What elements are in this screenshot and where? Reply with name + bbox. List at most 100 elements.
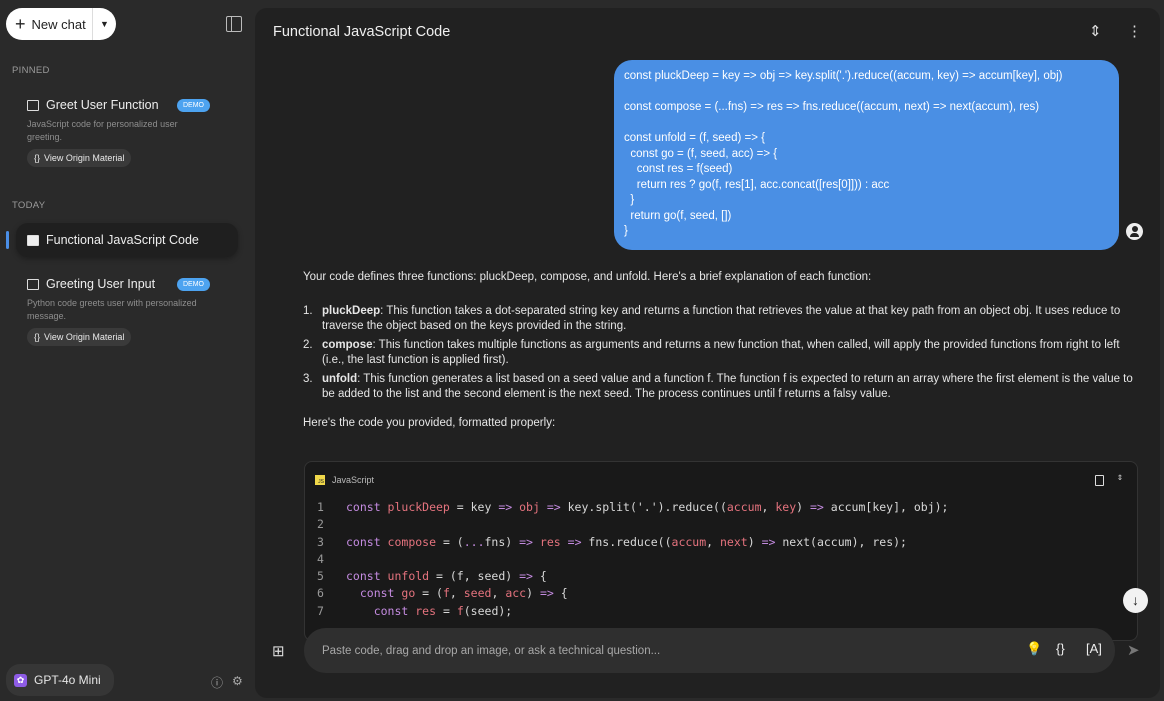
code-token: => (810, 500, 824, 514)
code-token: f (442, 586, 450, 601)
code-token: => (519, 569, 533, 584)
send-icon[interactable]: ➤ (1127, 641, 1140, 659)
code-line: 5 const unfold = (f, seed) => { (317, 568, 948, 585)
view-origin-button[interactable]: {} View Origin Material (27, 149, 132, 167)
code-language: JS JavaScript (315, 475, 374, 485)
add-context-icon[interactable]: ⊞ (272, 642, 285, 660)
list-number: 2. (303, 338, 313, 351)
list-item: 1. pluckDeep: This function takes a dot-s… (303, 304, 1143, 335)
user-message: const pluckDeep = key => obj => key.spli… (614, 60, 1119, 250)
model-selector[interactable]: ✿ GPT-4o Mini (6, 664, 114, 696)
lightbulb-icon[interactable]: 💡 (1026, 641, 1042, 657)
term-text: : This function takes multiple functions… (322, 338, 1120, 367)
code-token: ) (526, 586, 540, 601)
code-token: res (539, 534, 561, 549)
code-token: ) (796, 500, 810, 514)
sidebar-item-functional-javascript-code[interactable]: Functional JavaScript Code (16, 223, 238, 257)
code-token: res (415, 603, 437, 618)
plus-icon: + (15, 14, 26, 34)
chat-icon (27, 234, 39, 246)
code-token: { (553, 586, 568, 601)
code-token: => (519, 534, 533, 549)
code-line: 1 const pluckDeep = key => obj => key.spl… (317, 499, 948, 516)
code-line: 6 const go = (f, seed, acc) => { (317, 585, 948, 602)
new-chat-button[interactable]: + New chat (6, 8, 92, 40)
scroll-down-button[interactable]: ↓ (1123, 588, 1148, 613)
term: unfold (322, 372, 358, 385)
view-origin-button[interactable]: {} View Origin Material (27, 328, 132, 346)
user-avatar-icon (1126, 223, 1143, 240)
sidebar-toggle-icon[interactable] (226, 16, 242, 32)
code-token: ) (747, 534, 762, 549)
copy-icon[interactable] (1095, 475, 1104, 486)
code-token: = ( (415, 586, 443, 601)
code-token: key.split('.').reduce(( (560, 500, 727, 514)
item-description: JavaScript code for personalized user gr… (27, 119, 178, 142)
model-label: GPT-4o Mini (34, 673, 101, 687)
page-title: Functional JavaScript Code (273, 24, 451, 40)
more-options-icon[interactable]: ⋮ (1127, 22, 1142, 40)
sidebar-item-greeting-user-input[interactable]: Greeting User Input DEMO Python code gree… (16, 273, 238, 346)
demo-badge: DEMO (177, 98, 210, 112)
code-token: = (f, seed) (429, 569, 520, 584)
line-number: 2 (317, 517, 324, 532)
code-token: => (567, 534, 582, 549)
demo-badge: DEMO (177, 277, 210, 291)
origin-label: View Origin Material (44, 332, 125, 342)
sidebar-item-greet-user-function[interactable]: Greet User Function DEMO JavaScript code … (16, 94, 238, 167)
code-line: 3 const compose = (...fns) => res => fns.… (317, 534, 948, 551)
code-lines: 1 const pluckDeep = key => obj => key.spl… (317, 499, 948, 620)
answer-outro: Here's the code you provided, formatted … (303, 416, 556, 429)
code-token: accum (726, 500, 762, 514)
code-token: go (401, 586, 416, 601)
today-label: TODAY (12, 200, 46, 211)
code-token: , (449, 586, 464, 601)
answer-intro: Your code defines three functions: pluck… (303, 271, 872, 283)
pinned-label: PINNED (12, 65, 50, 76)
line-number: 1 (317, 500, 324, 514)
code-token: accum[key], obj); (823, 500, 949, 514)
item-title: Greeting User Input (46, 277, 156, 291)
text-scan-icon[interactable]: [A] (1086, 641, 1102, 656)
language-label: JavaScript (332, 475, 375, 485)
code-braces-icon[interactable]: {} (1056, 641, 1065, 656)
origin-label: View Origin Material (44, 153, 125, 163)
code-token: next (720, 534, 748, 549)
code-line: 2 (317, 516, 948, 533)
code-token: => (539, 586, 554, 601)
list-item: 2. compose: This function takes multiple … (303, 338, 1143, 369)
code-token: => (761, 534, 776, 549)
code-token: fns) (484, 534, 520, 549)
chat-input-bar: 💡 {} [A] (304, 628, 1115, 673)
code-token: const (346, 569, 388, 584)
code-token: , (706, 534, 720, 549)
sidebar: + New chat ▼ PINNED Greet User Function DE… (0, 0, 255, 701)
new-chat-dropdown-icon[interactable]: ▼ (92, 8, 116, 40)
code-token: compose (387, 534, 437, 549)
new-chat-label: New chat (31, 16, 86, 32)
line-number: 6 (317, 586, 324, 601)
code-token: key (775, 500, 797, 514)
help-icon[interactable]: ⓘ (211, 674, 223, 691)
term-text: : This function generates a list based o… (322, 372, 1133, 401)
code-token: = ( (436, 534, 464, 549)
collapse-code-icon[interactable]: ⇕ (1117, 472, 1123, 483)
list-number: 3. (303, 372, 313, 385)
new-chat-button-group: + New chat ▼ (6, 8, 116, 40)
javascript-icon: JS (315, 475, 325, 485)
code-block: JS JavaScript ⇕ 1 const pluckDeep = key =>… (304, 461, 1138, 641)
code-token: obj (519, 500, 540, 514)
code-token: const (346, 534, 388, 549)
settings-icon[interactable]: ⚙ (232, 674, 243, 688)
code-token: fns.reduce(( (581, 534, 672, 549)
code-icon: {} (34, 332, 41, 342)
chat-input[interactable] (322, 628, 1002, 673)
line-number: 5 (317, 569, 324, 584)
code-icon: {} (34, 153, 41, 163)
collapse-icon[interactable]: ⇕ (1089, 22, 1102, 40)
active-indicator (6, 231, 9, 249)
list-number: 1. (303, 304, 313, 317)
item-title: Greet User Function (46, 98, 159, 112)
